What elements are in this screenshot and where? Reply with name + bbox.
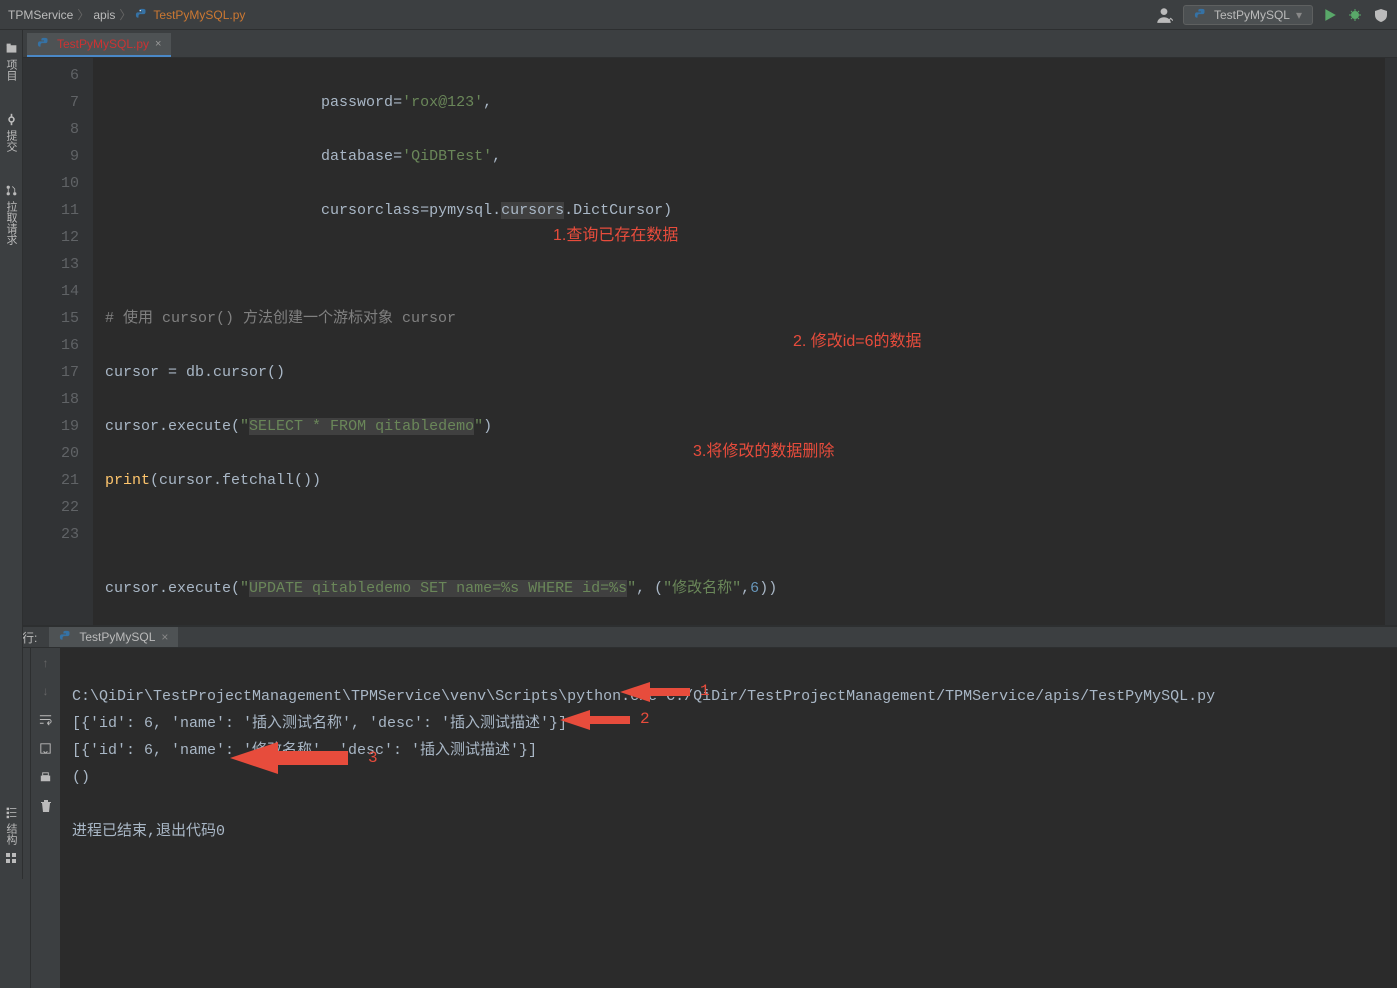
print-icon[interactable] [38,770,53,785]
code-content[interactable]: password='rox@123', database='QiDBTest',… [93,58,1385,625]
rail-project[interactable]: 项目 [1,36,21,87]
scroll-icon[interactable] [38,741,53,756]
breadcrumb-sep: 〉 [77,6,89,23]
run-config-name: TestPyMySQL [1214,8,1290,22]
python-file-icon [135,8,149,22]
console-line: 进程已结束,退出代码0 [72,823,225,840]
run-tab[interactable]: TestPyMySQL × [49,627,178,647]
run-config-selector[interactable]: TestPyMySQL ▾ [1183,5,1313,25]
top-toolbar: TestPyMySQL ▾ [1155,5,1389,25]
rail-commit-label: 提交 [3,130,19,152]
breadcrumb-root[interactable]: TPMService [8,8,73,22]
console-line: () [72,769,90,786]
run-coverage-button[interactable] [1373,7,1389,23]
arrow-annotation: 1 [620,678,710,705]
rail-commit[interactable]: 提交 [1,107,21,158]
code-editor[interactable]: 6 7 8 9 10 11 12 13 14 15 16 17 18 19 20… [23,58,1397,625]
annotation-3: 3.将修改的数据删除 [693,438,834,465]
close-icon[interactable]: × [161,630,168,644]
run-header: 运行: TestPyMySQL × [0,627,1397,648]
down-icon[interactable]: ↓ [43,684,49,698]
breadcrumb-sep: 〉 [119,6,131,23]
console-line: [{'id': 6, 'name': '插入测试名称', 'desc': '插入… [72,715,567,732]
arrow-annotation: 2 [560,706,650,733]
close-icon[interactable]: × [155,38,161,50]
debug-button[interactable] [1347,7,1363,23]
python-file-icon [37,37,51,51]
console-output[interactable]: C:\QiDir\TestProjectManagement\TPMServic… [60,648,1397,988]
editor-tab[interactable]: TestPyMySQL.py × [27,33,171,57]
rail-pull-label: 拉取请求 [3,201,19,245]
annotation-2: 2. 修改id=6的数据 [793,328,922,355]
trash-icon[interactable] [39,799,53,813]
run-tab-label: TestPyMySQL [79,630,155,644]
rail-structure[interactable]: 结构 [1,800,21,851]
breadcrumb-folder[interactable]: apis [93,8,115,22]
breadcrumb-file[interactable]: TestPyMySQL.py [153,8,245,22]
python-file-icon [59,630,73,644]
services-icon[interactable] [4,851,18,865]
left-tool-rail: 项目 提交 拉取请求 [0,30,23,625]
right-gutter [1385,58,1397,625]
breadcrumb: TPMService 〉 apis 〉 TestPyMySQL.py [8,6,1155,23]
annotation-1: 1.查询已存在数据 [553,222,678,249]
editor-tab-bar: TestPyMySQL.py × [23,30,1397,58]
line-gutter: 6 7 8 9 10 11 12 13 14 15 16 17 18 19 20… [23,58,93,625]
wrap-icon[interactable] [38,712,53,727]
rail-structure-label: 结构 [3,823,19,845]
left-rail-bottom: 结构 [0,625,23,879]
up-icon[interactable]: ↑ [43,656,49,670]
top-bar: TPMService 〉 apis 〉 TestPyMySQL.py TestP… [0,0,1397,30]
user-icon[interactable] [1155,6,1173,24]
run-panel: 运行: TestPyMySQL × ↑ ↓ C:\QiDir\TestProje… [0,625,1397,879]
rail-project-label: 项目 [3,59,19,81]
rail-pull[interactable]: 拉取请求 [1,178,21,251]
run-button[interactable] [1323,8,1337,22]
editor-tab-label: TestPyMySQL.py [57,37,149,51]
run-toolbar-secondary: ↑ ↓ [30,648,60,988]
chevron-down-icon: ▾ [1296,8,1302,22]
editor-area: TestPyMySQL.py × 6 7 8 9 10 11 12 13 14 … [23,30,1397,625]
arrow-annotation: 3 [230,742,378,774]
